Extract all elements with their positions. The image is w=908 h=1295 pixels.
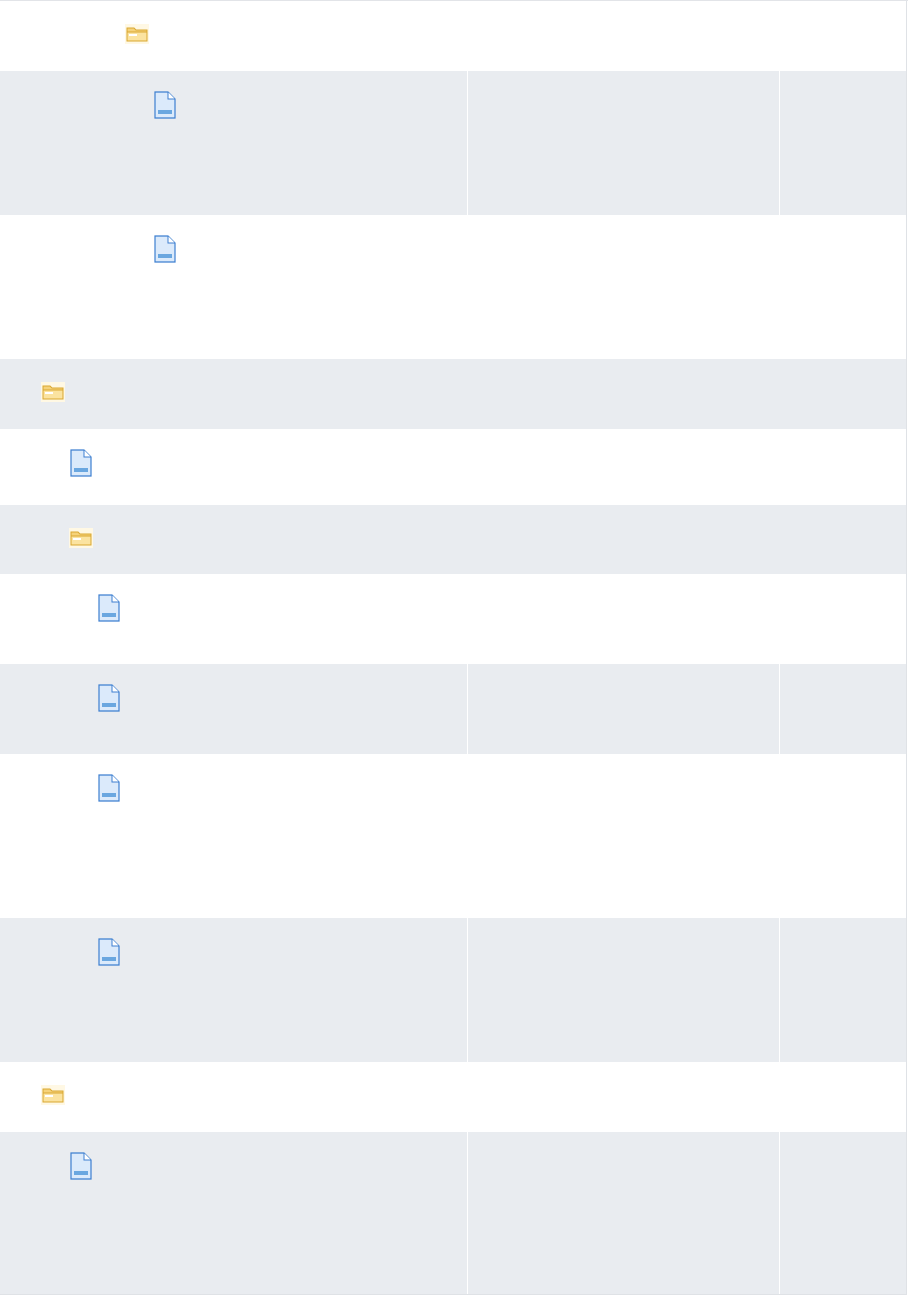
column-2-cell [467, 71, 780, 215]
name-cell [0, 664, 467, 754]
column-3-cell [779, 664, 908, 754]
tree-row-folder[interactable] [0, 359, 907, 429]
tree-row-folder[interactable] [0, 1, 907, 71]
folder-icon[interactable] [41, 1085, 65, 1105]
name-cell [0, 429, 467, 505]
document-icon[interactable] [97, 938, 121, 966]
document-icon[interactable] [69, 1152, 93, 1180]
document-icon[interactable] [97, 684, 121, 712]
tree-row-file[interactable] [0, 429, 907, 505]
document-icon[interactable] [97, 594, 121, 622]
name-cell [0, 574, 467, 664]
name-cell [0, 1132, 467, 1294]
folder-icon[interactable] [69, 528, 93, 548]
name-cell [0, 1062, 467, 1132]
tree-row-file[interactable] [0, 664, 907, 754]
name-cell [0, 71, 467, 215]
tree-row-file[interactable] [0, 1132, 907, 1295]
tree-row-file[interactable] [0, 215, 907, 359]
name-cell [0, 918, 467, 1062]
name-cell [0, 505, 467, 574]
document-icon[interactable] [153, 91, 177, 119]
column-2-cell [467, 1132, 780, 1294]
name-cell [0, 754, 467, 918]
name-cell [0, 215, 467, 359]
column-3-cell [779, 1132, 908, 1294]
document-icon[interactable] [153, 235, 177, 263]
folder-icon[interactable] [125, 24, 149, 44]
tree-row-file[interactable] [0, 71, 907, 215]
tree-row-folder[interactable] [0, 505, 907, 574]
document-icon[interactable] [97, 774, 121, 802]
tree-row-folder[interactable] [0, 1062, 907, 1132]
column-2-cell [467, 918, 780, 1062]
tree-row-file[interactable] [0, 574, 907, 664]
folder-icon[interactable] [41, 382, 65, 402]
tree-row-file[interactable] [0, 918, 907, 1062]
tree-row-file[interactable] [0, 754, 907, 918]
name-cell [0, 359, 467, 429]
column-3-cell [779, 918, 908, 1062]
document-icon[interactable] [69, 449, 93, 477]
file-tree [0, 0, 908, 1295]
name-cell [0, 1, 467, 71]
column-2-cell [467, 664, 780, 754]
column-3-cell [779, 71, 908, 215]
